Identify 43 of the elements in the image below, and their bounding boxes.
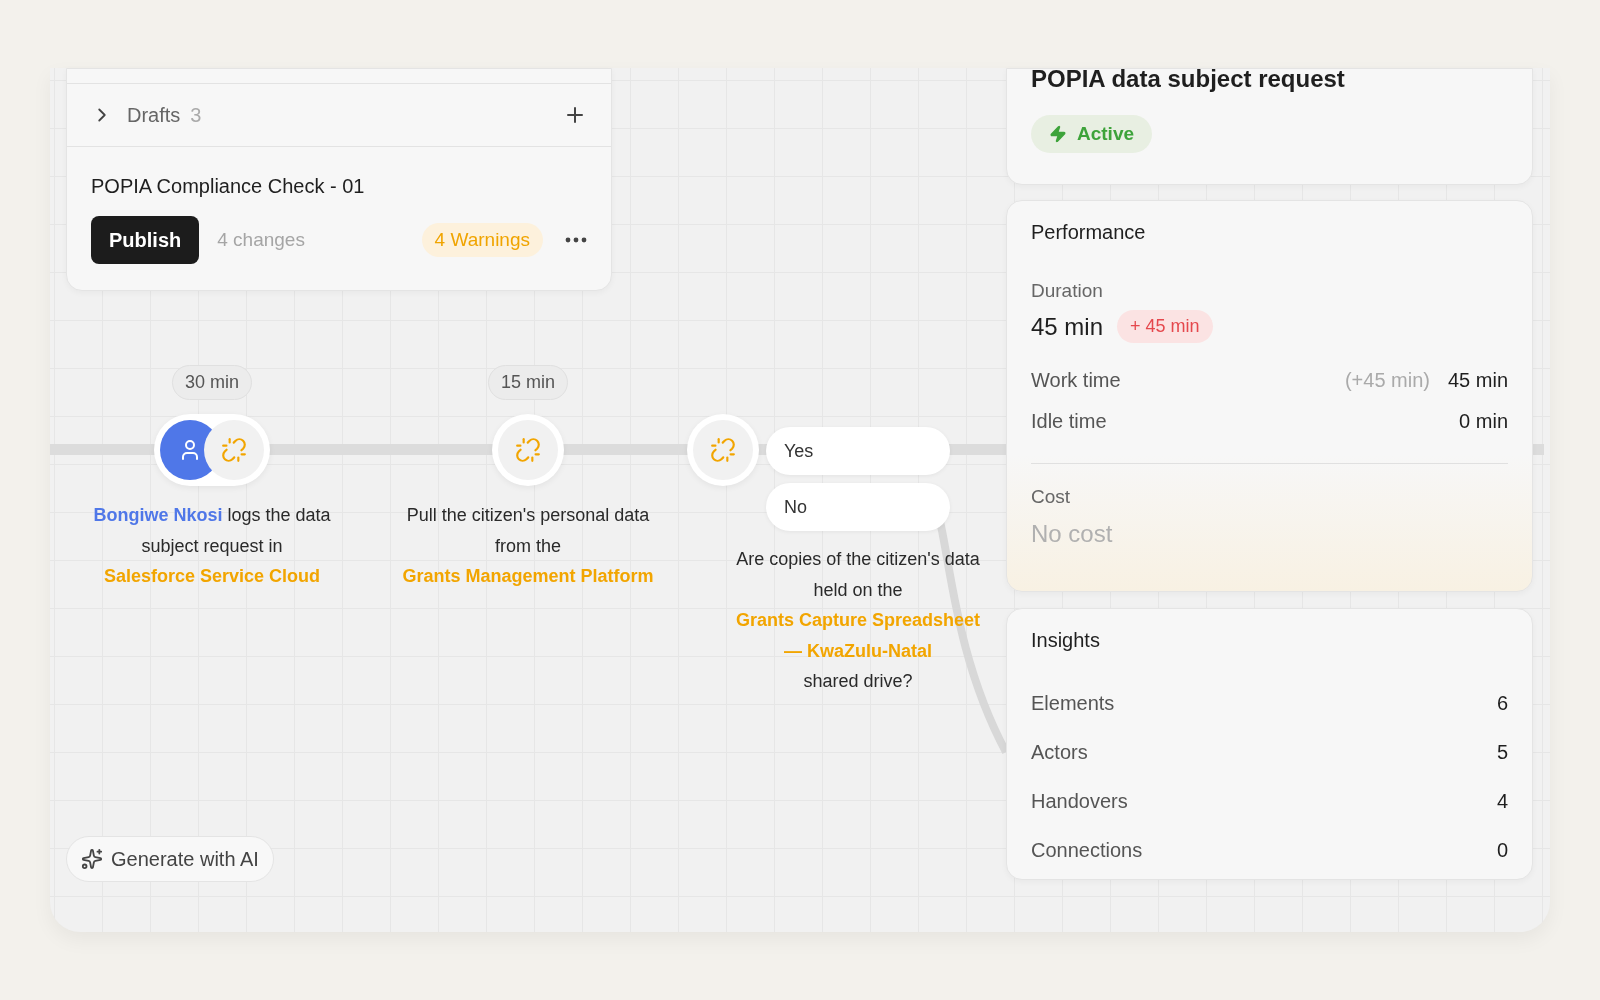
generate-ai-button[interactable]: Generate with AI	[66, 836, 274, 882]
cost-value: No cost	[1031, 520, 1114, 548]
draft-title: POPIA Compliance Check - 01	[91, 175, 366, 198]
metric-value: 6	[1496, 692, 1508, 715]
metric-value: 5	[1496, 741, 1508, 764]
duration-tag: 30 min	[172, 365, 252, 400]
metric-label: Idle time	[1031, 410, 1107, 433]
step-description: Are copies of the citizen's data held on the Grants Capture Spreadsheet — KwaZulu-Natal shared drive?	[734, 548, 982, 693]
duration-value: 45 min	[1031, 312, 1104, 341]
branch-option[interactable]: No	[766, 483, 950, 531]
section-title: Drafts	[127, 103, 181, 127]
metric-value: 4	[1496, 790, 1508, 813]
broken-link-icon	[710, 437, 736, 463]
metric-value: 45 min	[1447, 369, 1508, 392]
metric-value: 0 min	[1459, 410, 1508, 433]
publish-button[interactable]: Publish	[91, 216, 200, 264]
metric-label: Cost	[1031, 486, 1072, 508]
metric-label: Elements	[1031, 692, 1115, 715]
metric-label: Actors	[1031, 741, 1088, 764]
draft-count: 3	[190, 103, 202, 127]
more-icon	[565, 237, 587, 243]
broken-link-icon	[515, 437, 541, 463]
card-title: Performance	[1031, 221, 1147, 244]
sparkles-icon	[81, 848, 103, 870]
metric-value: 0	[1496, 839, 1508, 862]
delta-badge: + 45 min	[1117, 310, 1213, 343]
step-description: Pull the citizen's personal data from the Grants Management Platform	[401, 504, 655, 588]
more-button[interactable]	[565, 237, 587, 243]
duration-tag: 15 min	[488, 365, 568, 400]
step-description: Bongiwe Nkosi logs the data subject request in Salesforce Service Cloud	[92, 504, 332, 588]
metric-label: Duration	[1031, 280, 1104, 302]
changes-count: 4 changes	[217, 229, 305, 251]
metric-label: Connections	[1031, 839, 1143, 862]
process-title: POPIA data subject request	[1031, 69, 1346, 93]
branch-option[interactable]: Yes	[766, 427, 950, 475]
status-badge: Active	[1031, 115, 1153, 153]
lightning-icon	[1049, 125, 1067, 143]
metric-label: Work time	[1031, 369, 1121, 392]
step-node[interactable]	[154, 414, 270, 486]
metric-label: Handovers	[1031, 790, 1128, 813]
metric-note: (+45 min)	[1344, 369, 1430, 392]
broken-link-icon	[221, 437, 247, 463]
card-title: Insights	[1031, 629, 1101, 652]
